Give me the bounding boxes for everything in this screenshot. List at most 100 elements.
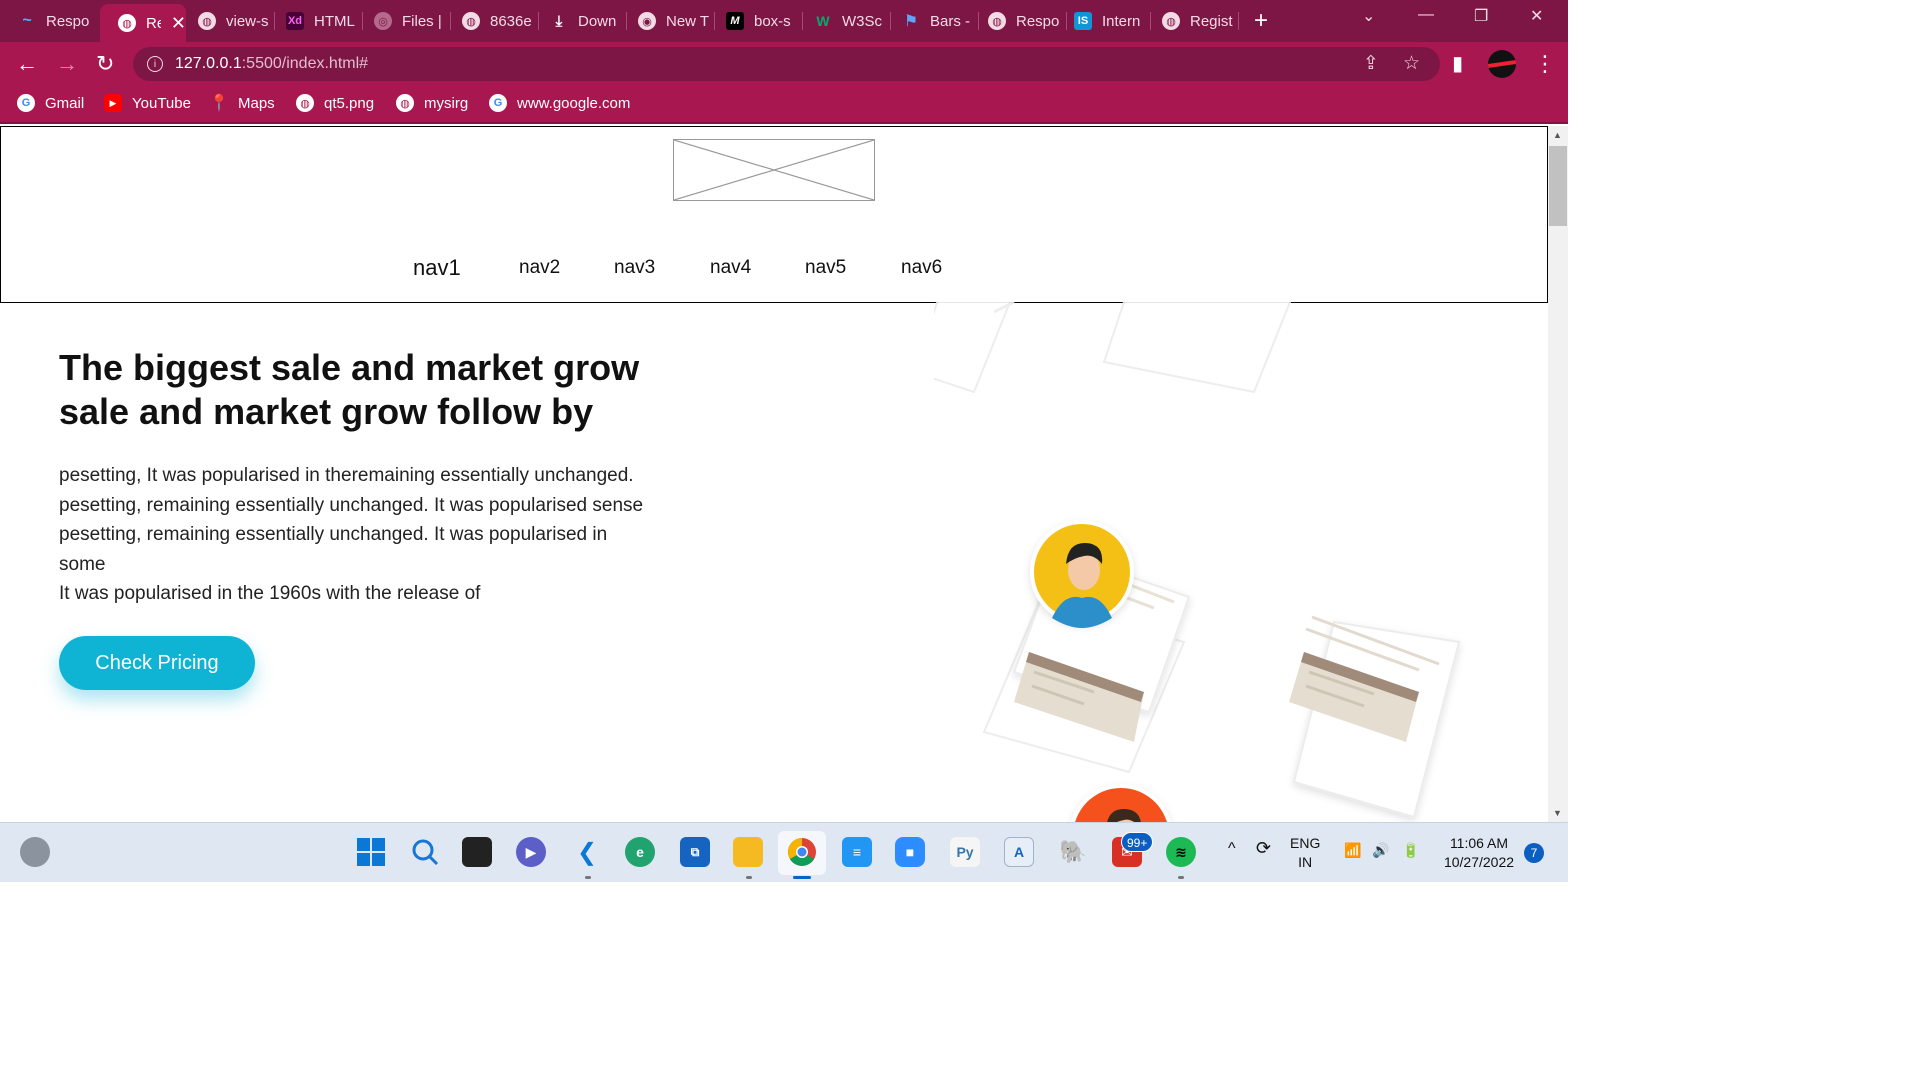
taskbar: ▶ ❮ e ⧉ ≡ ■ Py A 🐘 ✉ ≋ ^ ⟳ ENG IN 📶 🔊 🔋 … — [0, 822, 1568, 882]
widgets-icon[interactable] — [20, 837, 50, 867]
chrome-icon: ◉ — [638, 12, 656, 30]
nav-link-1[interactable]: nav1 — [413, 255, 461, 281]
app-window-icon[interactable]: A — [1004, 837, 1034, 867]
globe-icon: ◍ — [462, 12, 480, 30]
minimize-button[interactable]: — — [1418, 6, 1434, 24]
internshala-icon: IS — [1074, 12, 1092, 30]
share-icon[interactable]: ⇪ — [1363, 47, 1379, 81]
nav-link-4[interactable]: nav4 — [710, 257, 751, 279]
postgresql-icon[interactable]: 🐘 — [1058, 837, 1088, 867]
python-icon[interactable]: Py — [950, 837, 980, 867]
tab-separator — [1238, 12, 1239, 30]
back-button[interactable]: ← — [16, 51, 38, 77]
store-icon[interactable]: ⧉ — [680, 837, 710, 867]
tab[interactable]: ◎ Files | — [356, 6, 448, 36]
scrollbar-thumb[interactable] — [1549, 146, 1567, 226]
reload-button[interactable]: ↻ — [96, 51, 114, 77]
zoom-icon[interactable]: ■ — [895, 837, 925, 867]
site-header: nav1 nav2 nav3 nav4 nav5 nav6 — [0, 126, 1548, 303]
tab[interactable]: ◍ 8636e — [444, 6, 534, 36]
chat-icon[interactable]: ▶ — [516, 837, 546, 867]
spotify-icon[interactable]: ≋ — [1166, 837, 1196, 867]
hero-line: some — [59, 553, 106, 575]
tab-active[interactable]: ◍ Re ✕ — [100, 4, 186, 42]
running-indicator — [1178, 876, 1184, 879]
site-info-icon[interactable]: i — [147, 56, 163, 72]
tab-search-icon[interactable]: ⌄ — [1362, 6, 1375, 26]
file-explorer-icon[interactable] — [733, 837, 763, 867]
sync-icon[interactable]: ⟳ — [1256, 839, 1271, 858]
url-text: 127.0.0.1:5500/index.html# — [175, 55, 369, 72]
logo-placeholder[interactable] — [673, 139, 875, 201]
nav-link-2[interactable]: nav2 — [519, 257, 560, 279]
google-icon: G — [489, 94, 507, 112]
bookmark-youtube[interactable]: ▶ YouTube — [104, 94, 191, 112]
xd-icon: Xd — [286, 12, 304, 30]
chrome-icon[interactable] — [787, 837, 817, 867]
restore-button[interactable]: ❐ — [1474, 6, 1488, 26]
globe-icon: ◍ — [988, 12, 1006, 30]
check-pricing-button[interactable]: Check Pricing — [59, 636, 255, 690]
mdn-icon: M — [726, 12, 744, 30]
profile-cards-illustration — [934, 302, 1461, 822]
mail-badge: 99+ — [1121, 832, 1154, 852]
clock[interactable]: 11:06 AM 10/27/2022 — [1440, 834, 1518, 872]
tab[interactable]: ~ Respo — [0, 6, 98, 36]
page-viewport: nav1 nav2 nav3 nav4 nav5 nav6 The bigges… — [0, 126, 1548, 822]
hero-line: pesetting, remaining essentially unchang… — [59, 494, 644, 516]
tailwind-icon: ~ — [22, 12, 32, 29]
bookmark-qt5[interactable]: ◍ qt5.png — [296, 94, 374, 112]
vscode-icon[interactable]: ❮ — [572, 837, 602, 867]
task-view-icon[interactable] — [462, 837, 492, 867]
tab[interactable]: ⤓ Down — [532, 6, 622, 36]
close-window-button[interactable]: ✕ — [1530, 6, 1543, 26]
tab[interactable]: ⚑ Bars - — [884, 6, 976, 36]
notepad-icon[interactable]: ≡ — [842, 837, 872, 867]
bookmark-mysirg[interactable]: ◍ mysirg — [396, 94, 468, 112]
new-tab-button[interactable]: + — [1254, 7, 1268, 35]
tab[interactable]: ◍ Regist — [1144, 6, 1236, 36]
forward-button[interactable]: → — [56, 51, 78, 77]
tab[interactable]: IS Intern — [1056, 6, 1148, 36]
bookmarks-bar: G Gmail ▶ YouTube 📍 Maps ◍ qt5.png ◍ mys… — [0, 86, 1568, 124]
youtube-icon: ▶ — [104, 94, 122, 112]
vertical-scrollbar[interactable]: ▲ ▼ — [1548, 126, 1568, 822]
nav-link-5[interactable]: nav5 — [805, 257, 846, 279]
address-bar[interactable]: i 127.0.0.1:5500/index.html# ⇪ ☆ — [133, 47, 1440, 81]
battery-icon[interactable]: 🔋 — [1402, 841, 1419, 860]
start-icon[interactable] — [356, 837, 386, 867]
tab[interactable]: ◉ New T — [620, 6, 712, 36]
tab[interactable]: W W3Sc — [796, 6, 888, 36]
bookmark-maps[interactable]: 📍 Maps — [209, 94, 275, 113]
hero-illustration — [934, 302, 1548, 822]
tab[interactable]: ◍ view-s — [180, 6, 270, 36]
tab[interactable]: ◍ Respo — [970, 6, 1064, 36]
volume-icon[interactable]: 🔊 — [1372, 841, 1389, 860]
scroll-down-icon[interactable]: ▼ — [1553, 808, 1562, 818]
toolbar: ← → ↻ i 127.0.0.1:5500/index.html# ⇪ ☆ ▮… — [0, 42, 1568, 86]
notification-badge[interactable]: 7 — [1524, 843, 1544, 863]
side-panel-icon[interactable]: ▮ — [1452, 51, 1463, 76]
hero-line: pesetting, remaining essentially unchang… — [59, 524, 608, 545]
profile-avatar[interactable] — [1488, 50, 1516, 78]
maps-icon: 📍 — [209, 95, 229, 112]
menu-icon[interactable]: ⋮ — [1534, 51, 1556, 77]
hero-title: The biggest sale and market grow sale an… — [59, 347, 640, 432]
tab[interactable]: M box-s — [708, 6, 800, 36]
tray-chevron-icon[interactable]: ^ — [1228, 839, 1236, 858]
search-icon[interactable] — [410, 837, 440, 867]
nav-link-6[interactable]: nav6 — [901, 257, 942, 279]
download-icon: ⤓ — [555, 12, 563, 30]
tab[interactable]: Xd HTML — [268, 6, 360, 36]
globe-icon: ◍ — [118, 14, 136, 32]
bookmark-star-icon[interactable]: ☆ — [1403, 47, 1420, 81]
globe-icon: ◍ — [1162, 12, 1180, 30]
bookmark-google[interactable]: G www.google.com — [489, 94, 630, 112]
edge-icon[interactable]: e — [625, 837, 655, 867]
nav-link-3[interactable]: nav3 — [614, 257, 655, 279]
bookmark-gmail[interactable]: G Gmail — [17, 94, 84, 112]
wifi-icon[interactable]: 📶 — [1344, 841, 1361, 860]
scroll-up-icon[interactable]: ▲ — [1553, 130, 1562, 140]
files-icon: ◎ — [374, 12, 392, 30]
language-indicator[interactable]: ENG IN — [1290, 834, 1320, 872]
